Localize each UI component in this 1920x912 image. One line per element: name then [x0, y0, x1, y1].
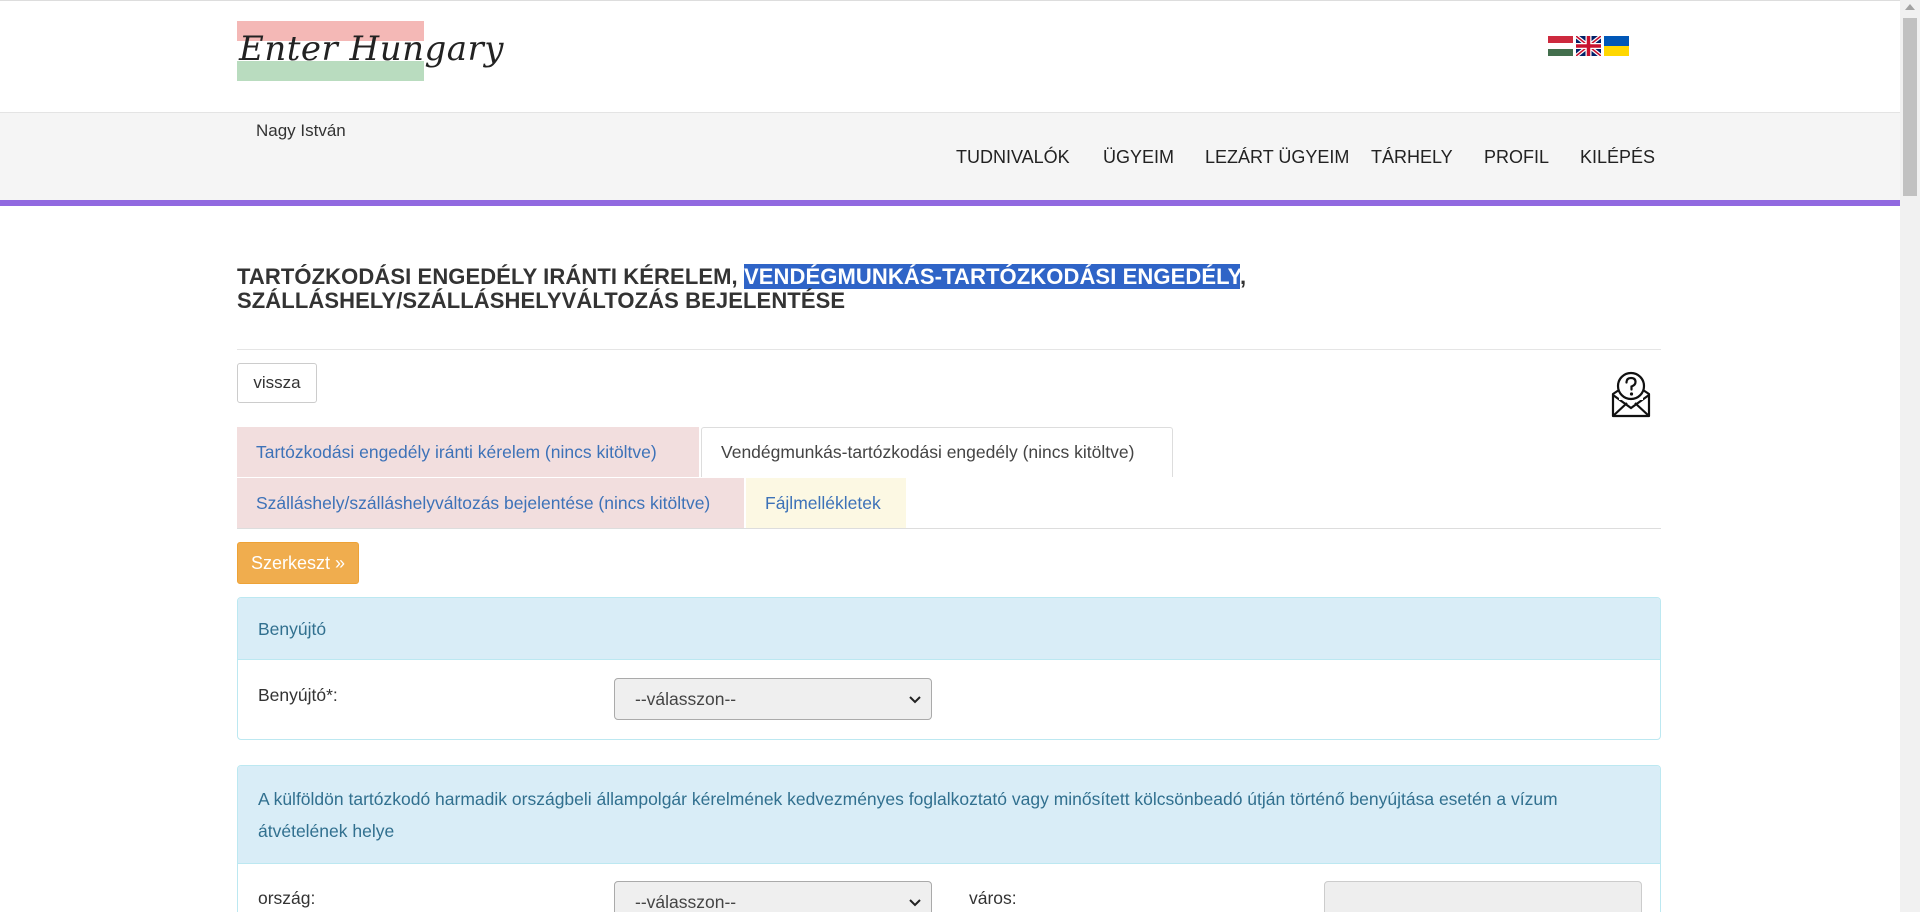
city-input[interactable] [1324, 881, 1642, 912]
logged-in-user-name: Nagy István [256, 121, 346, 140]
scroll-up-arrow-icon[interactable] [1905, 4, 1915, 10]
nav-item-profil[interactable]: PROFIL [1484, 147, 1549, 168]
submitter-label: Benyújtó*: [258, 685, 338, 705]
scrollbar-thumb[interactable] [1903, 18, 1917, 196]
tab-file-attachments[interactable]: Fájlmellékletek [746, 478, 906, 528]
city-label: város: [969, 888, 1017, 908]
tabs-baseline [237, 528, 1661, 529]
page-title-highlight: VENDÉGMUNKÁS-TARTÓZKODÁSI ENGEDÉLY [744, 264, 1240, 289]
uk-flag-icon[interactable] [1576, 36, 1601, 56]
country-select-value: --válasszon-- [635, 891, 737, 912]
enter-hungary-logo[interactable]: Enter Hungary [237, 21, 504, 81]
ukraine-flag-icon[interactable] [1604, 36, 1629, 56]
nav-item-ugyeim[interactable]: ÜGYEIM [1103, 147, 1174, 168]
back-button[interactable]: vissza [237, 363, 317, 403]
logo-text: Enter Hungary [239, 29, 505, 69]
language-switcher [1548, 36, 1629, 56]
submitter-panel-heading: Benyújtó [238, 598, 1660, 660]
visa-pickup-panel: A külföldön tartózkodó harmadik országbe… [237, 765, 1661, 912]
nav-accent-line [0, 200, 1900, 206]
page: Enter Hungary Nagy István TUDNIVALÓK ÜGY… [0, 0, 1900, 912]
title-divider [237, 349, 1661, 350]
vertical-scrollbar[interactable] [1900, 0, 1920, 912]
nav-item-lezart-ugyeim[interactable]: LEZÁRT ÜGYEIM [1205, 147, 1349, 168]
main-navbar: Nagy István TUDNIVALÓK ÜGYEIM LEZÁRT ÜGY… [0, 112, 1900, 206]
country-select[interactable]: --válasszon-- [614, 881, 932, 912]
tab-guest-worker-permit[interactable]: Vendégmunkás-tartózkodási engedély (ninc… [701, 427, 1173, 477]
edit-button[interactable]: Szerkeszt » [237, 542, 359, 584]
tab-residence-permit[interactable]: Tartózkodási engedély iránti kérelem (ni… [237, 427, 699, 477]
chevron-down-icon [909, 696, 921, 704]
country-label: ország: [258, 888, 316, 908]
nav-item-kilepes[interactable]: KILÉPÉS [1580, 147, 1655, 168]
page-title: TARTÓZKODÁSI ENGEDÉLY IRÁNTI KÉRELEM, VE… [237, 264, 1637, 313]
submitter-panel: Benyújtó Benyújtó*: --válasszon-- [237, 597, 1661, 740]
top-header: Enter Hungary [0, 0, 1900, 112]
tab-accommodation-notification[interactable]: Szálláshely/szálláshelyváltozás bejelent… [237, 478, 744, 528]
nav-item-tudnivalok[interactable]: TUDNIVALÓK [956, 147, 1070, 168]
help-envelope-icon[interactable] [1610, 370, 1652, 420]
chevron-down-icon [909, 899, 921, 907]
nav-item-tarhely[interactable]: TÁRHELY [1371, 147, 1453, 168]
visa-pickup-panel-heading: A külföldön tartózkodó harmadik országbe… [238, 766, 1660, 864]
submitter-select-value: --válasszon-- [635, 688, 737, 709]
submitter-select[interactable]: --válasszon-- [614, 678, 932, 720]
hungarian-flag-icon[interactable] [1548, 36, 1573, 56]
page-title-part1: TARTÓZKODÁSI ENGEDÉLY IRÁNTI KÉRELEM, [237, 264, 744, 289]
